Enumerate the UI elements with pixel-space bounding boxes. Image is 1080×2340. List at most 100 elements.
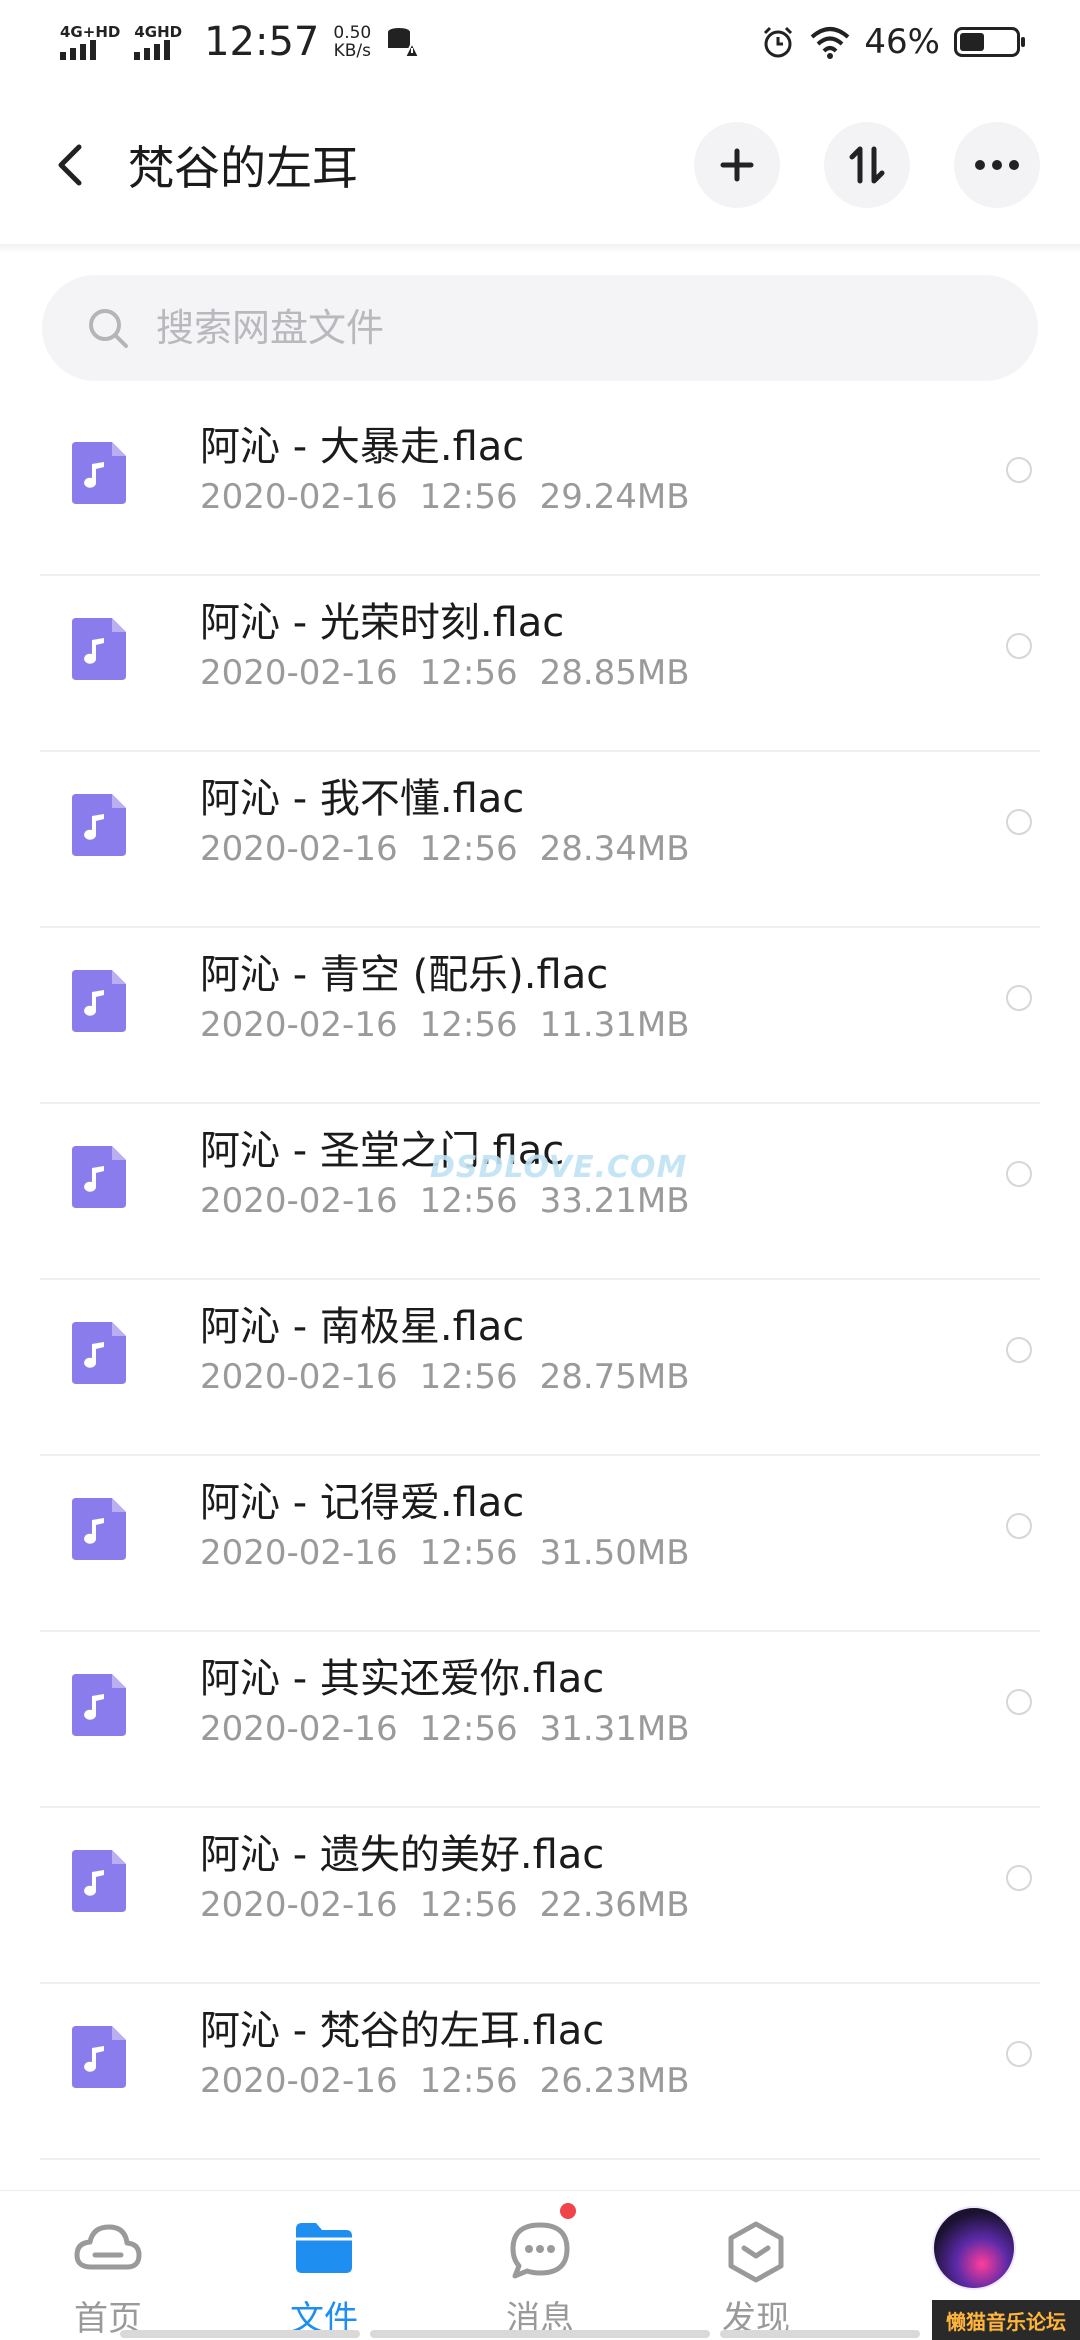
music-file-icon — [72, 1498, 126, 1560]
search-bar[interactable] — [42, 275, 1038, 381]
file-row[interactable]: 阿沁 - 梵谷的左耳.flac 2020-02-16 12:56 26.23MB — [0, 1984, 1080, 2160]
signal-1: 4G+HD — [60, 24, 120, 60]
select-checkbox[interactable] — [1006, 1865, 1032, 1891]
battery-icon — [954, 27, 1025, 57]
file-name: 阿沁 - 我不懂.flac — [200, 776, 525, 822]
avatar[interactable] — [932, 2206, 1016, 2290]
file-date: 2020-02-16 — [200, 477, 398, 517]
file-time: 12:56 — [419, 1709, 518, 1749]
status-bar: 4G+HD 4GHD 12:57 0.50 KB/s 46% — [0, 0, 1080, 84]
select-checkbox[interactable] — [1006, 633, 1032, 659]
select-checkbox[interactable] — [1006, 1689, 1032, 1715]
file-meta: 2020-02-16 12:56 29.24MB — [200, 472, 690, 522]
file-meta: 2020-02-16 12:56 28.75MB — [200, 1352, 690, 1402]
status-left: 4G+HD 4GHD 12:57 0.50 KB/s — [60, 19, 420, 65]
forum-watermark: 懒猫音乐论坛 — [932, 2300, 1080, 2340]
select-checkbox[interactable] — [1006, 809, 1032, 835]
music-file-icon — [72, 1146, 126, 1208]
file-size: 29.24MB — [539, 477, 690, 517]
file-row[interactable]: 阿沁 - 记得爱.flac 2020-02-16 12:56 31.50MB — [0, 1456, 1080, 1632]
search-icon — [89, 309, 128, 348]
cloud-icon — [74, 2224, 142, 2270]
file-meta: 2020-02-16 12:56 28.34MB — [200, 824, 690, 874]
file-time: 12:56 — [419, 1533, 518, 1573]
music-file-icon — [72, 1674, 126, 1736]
speed-unit: KB/s — [333, 41, 371, 61]
file-date: 2020-02-16 — [200, 1885, 398, 1925]
file-row[interactable]: 阿沁 - 圣堂之门.flac 2020-02-16 12:56 33.21MB — [0, 1104, 1080, 1280]
file-meta: 2020-02-16 12:56 22.36MB — [200, 1880, 690, 1930]
sort-button[interactable] — [824, 122, 910, 208]
signal-2: 4GHD — [134, 24, 182, 60]
data-warning-icon — [388, 28, 420, 58]
file-text: 阿沁 - 大暴走.flac 2020-02-16 12:56 29.24MB — [200, 422, 690, 522]
back-button[interactable] — [40, 135, 100, 195]
file-size: 31.31MB — [539, 1709, 690, 1749]
file-row[interactable]: 阿沁 - 大暴走.flac 2020-02-16 12:56 29.24MB — [0, 400, 1080, 576]
file-size: 26.23MB — [539, 2061, 690, 2101]
file-meta: 2020-02-16 12:56 28.85MB — [200, 648, 690, 698]
file-time: 12:56 — [419, 1357, 518, 1397]
more-dots-icon — [975, 160, 1019, 170]
file-text: 阿沁 - 我不懂.flac 2020-02-16 12:56 28.34MB — [200, 774, 690, 874]
file-meta: 2020-02-16 12:56 31.31MB — [200, 1704, 690, 1754]
file-row[interactable]: 阿沁 - 南极星.flac 2020-02-16 12:56 28.75MB — [0, 1280, 1080, 1456]
file-text: 阿沁 - 记得爱.flac 2020-02-16 12:56 31.50MB — [200, 1478, 690, 1578]
network-label-1: 4G+HD — [60, 23, 121, 41]
nav-discover[interactable]: 发现 — [648, 2191, 864, 2340]
file-time: 12:56 — [419, 1885, 518, 1925]
file-text: 阿沁 - 遗失的美好.flac 2020-02-16 12:56 22.36MB — [200, 1830, 690, 1930]
file-row[interactable]: 阿沁 - 光荣时刻.flac 2020-02-16 12:56 28.85MB — [0, 576, 1080, 752]
file-name: 阿沁 - 其实还爱你.flac — [200, 1656, 605, 1702]
select-checkbox[interactable] — [1006, 1513, 1032, 1539]
nav-home[interactable]: 首页 — [0, 2191, 216, 2340]
file-name: 阿沁 - 青空 (配乐).flac — [200, 952, 609, 998]
file-row[interactable]: 阿沁 - 我不懂.flac 2020-02-16 12:56 28.34MB — [0, 752, 1080, 928]
file-row[interactable]: 阿沁 - 遗失的美好.flac 2020-02-16 12:56 22.36MB — [0, 1808, 1080, 1984]
file-date: 2020-02-16 — [200, 829, 398, 869]
select-checkbox[interactable] — [1006, 457, 1032, 483]
select-checkbox[interactable] — [1006, 2041, 1032, 2067]
file-date: 2020-02-16 — [200, 1709, 398, 1749]
file-date: 2020-02-16 — [200, 1181, 398, 1221]
file-size: 33.21MB — [539, 1181, 690, 1221]
network-speed: 0.50 KB/s — [333, 24, 371, 60]
file-name: 阿沁 - 大暴走.flac — [200, 424, 525, 470]
nav-files[interactable]: 文件 — [216, 2191, 432, 2340]
select-checkbox[interactable] — [1006, 1161, 1032, 1187]
discover-icon — [728, 2221, 784, 2283]
file-date: 2020-02-16 — [200, 653, 398, 693]
add-button[interactable] — [694, 122, 780, 208]
file-row[interactable]: 阿沁 - 青空 (配乐).flac 2020-02-16 12:56 11.31MB — [0, 928, 1080, 1104]
file-name: 阿沁 - 遗失的美好.flac — [200, 1832, 605, 1878]
search-input[interactable] — [154, 305, 958, 351]
file-date: 2020-02-16 — [200, 1533, 398, 1573]
sort-arrows-icon — [849, 146, 885, 184]
signal-bars-icon — [134, 40, 171, 60]
file-date: 2020-02-16 — [200, 2061, 398, 2101]
chevron-left-icon — [58, 144, 82, 186]
screen: 4G+HD 4GHD 12:57 0.50 KB/s 46% 梵谷的左耳 搜索网… — [0, 0, 1080, 2340]
header: 梵谷的左耳 — [0, 100, 1080, 230]
file-name: 阿沁 - 记得爱.flac — [200, 1480, 525, 1526]
select-checkbox[interactable] — [1006, 1337, 1032, 1363]
signal-bars-icon — [60, 40, 96, 60]
more-button[interactable] — [954, 122, 1040, 208]
file-meta: 2020-02-16 12:56 31.50MB — [200, 1528, 690, 1578]
select-checkbox[interactable] — [1006, 985, 1032, 1011]
gesture-bar — [120, 2330, 360, 2338]
battery-percent: 46% — [864, 22, 940, 62]
file-name: 阿沁 - 光荣时刻.flac — [200, 600, 565, 646]
music-file-icon — [72, 1322, 126, 1384]
header-divider — [0, 244, 1080, 254]
nav-messages[interactable]: 消息 — [432, 2191, 648, 2340]
gesture-bar — [370, 2330, 710, 2338]
file-row[interactable]: 阿沁 - 其实还爱你.flac 2020-02-16 12:56 31.31MB — [0, 1632, 1080, 1808]
file-size: 28.34MB — [539, 829, 690, 869]
folder-icon — [296, 2223, 352, 2273]
file-time: 12:56 — [419, 1181, 518, 1221]
music-file-icon — [72, 2026, 126, 2088]
file-meta: 2020-02-16 12:56 26.23MB — [200, 2056, 690, 2106]
plus-icon — [720, 148, 754, 182]
file-time: 12:56 — [419, 653, 518, 693]
